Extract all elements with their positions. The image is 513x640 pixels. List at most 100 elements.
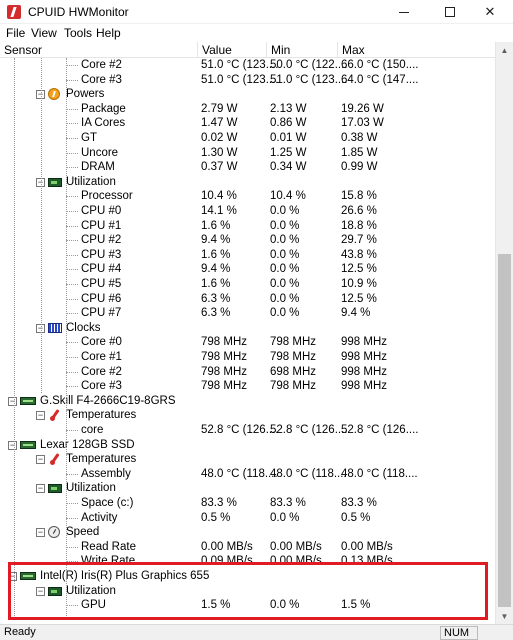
menu-help[interactable]: Help <box>96 26 121 40</box>
write-rate-row[interactable]: Write Rate 0.09 MB/s 0.00 MB/s 0.13 MB/s <box>0 554 495 569</box>
space-util-row[interactable]: Space (c:) 83.3 % 83.3 % 83.3 % <box>0 496 495 511</box>
core-2-temp-row[interactable]: Core #2 51.0 °C (123.... 50.0 °C (122.... 6… <box>0 58 495 73</box>
close-icon: ✕ <box>484 4 496 19</box>
sensor-max: 1.5 % <box>341 599 371 612</box>
title-bar: CPUID HWMonitor ✕ <box>0 0 513 24</box>
menu-file[interactable]: File <box>6 26 25 40</box>
vertical-scrollbar[interactable]: ▲ ▼ <box>495 42 513 624</box>
close-button[interactable]: ✕ <box>467 0 513 24</box>
collapse-toggle-icon[interactable]: − <box>36 411 45 421</box>
gskill-temperatures-group-row[interactable]: − Temperatures <box>0 408 495 423</box>
cpu-7-util-row[interactable]: CPU #7 6.3 % 0.0 % 9.4 % <box>0 306 495 321</box>
sensor-max: 29.7 % <box>341 234 377 247</box>
core-3-temp-row[interactable]: Core #3 51.0 °C (123.... 51.0 °C (123.... 6… <box>0 73 495 88</box>
clock-icon <box>48 322 62 333</box>
scroll-up-button[interactable]: ▲ <box>496 42 513 58</box>
gt-power-row[interactable]: GT 0.02 W 0.01 W 0.38 W <box>0 131 495 146</box>
ia-cores-power-row[interactable]: IA Cores 1.47 W 0.86 W 17.03 W <box>0 116 495 131</box>
speed-group-row[interactable]: − Speed <box>0 525 495 540</box>
sensor-label: Core #1 <box>81 351 122 363</box>
thermometer-icon <box>48 408 62 422</box>
cpu-6-util-row[interactable]: CPU #6 6.3 % 0.0 % 12.5 % <box>0 292 495 307</box>
scroll-down-button[interactable]: ▼ <box>496 608 513 624</box>
tree-connector <box>66 254 78 256</box>
sensor-value: 10.4 % <box>201 190 237 203</box>
clocks-group-row[interactable]: − Clocks <box>0 321 495 336</box>
minimize-button[interactable] <box>381 0 427 24</box>
core-2-clock-row[interactable]: Core #2 798 MHz 698 MHz 998 MHz <box>0 365 495 380</box>
sensor-max: 43.8 % <box>341 248 377 261</box>
sensor-value: 798 MHz <box>201 380 248 393</box>
cpu-1-util-row[interactable]: CPU #1 1.6 % 0.0 % 18.8 % <box>0 219 495 234</box>
assembly-temp-row[interactable]: Assembly 48.0 °C (118.... 48.0 °C (118....… <box>0 467 495 482</box>
activity-util-row[interactable]: Activity 0.5 % 0.0 % 0.5 % <box>0 511 495 526</box>
collapse-toggle-icon[interactable]: − <box>8 440 17 450</box>
sensor-max: 26.6 % <box>341 205 377 217</box>
core-3-clock-row[interactable]: Core #3 798 MHz 798 MHz 998 MHz <box>0 379 495 394</box>
utilization-group-row[interactable]: − Utilization <box>0 175 495 190</box>
collapse-toggle-icon[interactable]: − <box>8 396 17 406</box>
sensor-max: 998 MHz <box>341 380 388 393</box>
menu-view[interactable]: View <box>31 26 57 40</box>
collapse-toggle-icon[interactable]: − <box>36 455 45 465</box>
tree-connector <box>66 138 78 139</box>
utilization-icon <box>48 586 62 596</box>
device-chip-icon <box>20 572 36 580</box>
lexar-temperatures-group-row[interactable]: − Temperatures <box>0 452 495 467</box>
gpu-utilization-group-row[interactable]: − Utilization <box>0 584 495 599</box>
collapse-toggle-icon[interactable]: − <box>36 528 45 538</box>
header-max[interactable]: Max <box>338 42 495 58</box>
sensor-label: Speed <box>66 526 100 539</box>
sensor-min: 2.13 W <box>270 102 307 115</box>
cpu-2-util-row[interactable]: CPU #2 9.4 % 0.0 % 29.7 % <box>0 233 495 248</box>
sensor-max: 48.0 °C (118.... <box>341 467 418 480</box>
sensor-value: 9.4 % <box>201 234 231 247</box>
sensor-label: Processor <box>81 190 133 203</box>
sensor-max: 12.5 % <box>341 263 377 276</box>
utilization-icon <box>48 177 62 187</box>
sensor-min: 798 MHz <box>270 351 317 363</box>
gskill-core-temp-row[interactable]: core 52.8 °C (126.... 52.8 °C (126.... 52.8… <box>0 423 495 438</box>
sensor-value: 1.30 W <box>201 146 238 159</box>
sensor-max: 83.3 % <box>341 497 377 509</box>
sensor-label: Assembly <box>81 467 131 480</box>
collapse-toggle-icon[interactable]: − <box>36 484 45 494</box>
package-power-row[interactable]: Package 2.79 W 2.13 W 19.26 W <box>0 102 495 117</box>
sensor-value: 1.6 % <box>201 248 231 261</box>
intel-gpu-device-row[interactable]: − Intel(R) Iris(R) Plus Graphics 655 <box>0 569 495 584</box>
powers-group-row[interactable]: − Powers <box>0 87 495 102</box>
lexar-utilization-group-row[interactable]: − Utilization <box>0 481 495 496</box>
menu-tools[interactable]: Tools <box>64 26 92 40</box>
sensor-min: 0.0 % <box>270 219 300 232</box>
collapse-toggle-icon[interactable]: − <box>8 572 17 581</box>
read-rate-row[interactable]: Read Rate 0.00 MB/s 0.00 MB/s 0.00 MB/s <box>0 540 495 555</box>
cpu-4-util-row[interactable]: CPU #4 9.4 % 0.0 % 12.5 % <box>0 262 495 277</box>
scrollbar-thumb[interactable] <box>498 254 511 607</box>
tree-connector <box>66 123 78 125</box>
sensor-label: Core #2 <box>81 365 122 378</box>
dram-power-row[interactable]: DRAM 0.37 W 0.34 W 0.99 W <box>0 160 495 175</box>
gpu-util-row[interactable]: GPU 1.5 % 0.0 % 1.5 % <box>0 598 495 613</box>
tree-guide-line <box>14 58 15 618</box>
sensor-tree[interactable]: Core #2 51.0 °C (123.... 50.0 °C (122.... 6… <box>0 58 495 624</box>
cpu-0-util-row[interactable]: CPU #0 14.1 % 0.0 % 26.6 % <box>0 204 495 219</box>
header-sensor[interactable]: Sensor <box>0 42 198 58</box>
core-1-clock-row[interactable]: Core #1 798 MHz 798 MHz 998 MHz <box>0 350 495 365</box>
sensor-min: 0.0 % <box>270 599 300 612</box>
uncore-power-row[interactable]: Uncore 1.30 W 1.25 W 1.85 W <box>0 146 495 161</box>
tree-connector <box>66 284 78 285</box>
cpu-5-util-row[interactable]: CPU #5 1.6 % 0.0 % 10.9 % <box>0 277 495 292</box>
sensor-label: Activity <box>81 511 118 524</box>
sensor-label: core <box>81 424 104 436</box>
header-min[interactable]: Min <box>267 42 338 58</box>
sensor-label: G.Skill F4-2666C19-8GRS <box>40 394 176 407</box>
cpu-3-util-row[interactable]: CPU #3 1.6 % 0.0 % 43.8 % <box>0 248 495 263</box>
lexar-device-row[interactable]: − Lexar 128GB SSD <box>0 438 495 453</box>
header-value[interactable]: Value <box>198 42 267 58</box>
sensor-min: 0.0 % <box>270 278 300 290</box>
sensor-label: Powers <box>66 88 105 101</box>
collapse-toggle-icon[interactable]: − <box>36 586 45 596</box>
processor-util-row[interactable]: Processor 10.4 % 10.4 % 15.8 % <box>0 189 495 204</box>
gskill-device-row[interactable]: − G.Skill F4-2666C19-8GRS <box>0 394 495 409</box>
core-0-clock-row[interactable]: Core #0 798 MHz 798 MHz 998 MHz <box>0 335 495 350</box>
